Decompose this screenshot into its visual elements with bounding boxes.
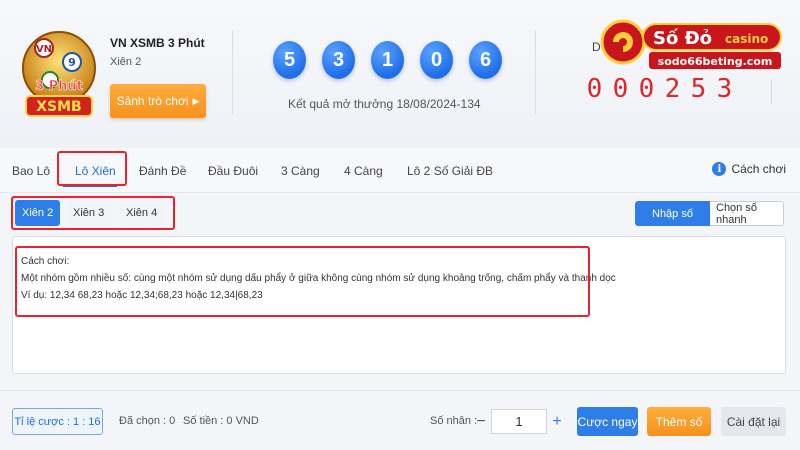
- countdown-timer: 0 0 0 2 5 3: [586, 74, 733, 104]
- minus-button[interactable]: −: [471, 413, 491, 431]
- plus-button[interactable]: +: [547, 413, 567, 431]
- enter-number-button[interactable]: Nhập số: [635, 201, 710, 226]
- tab-lo-2-so-giai-db[interactable]: Lô 2 Số Giải ĐB: [407, 164, 493, 178]
- multiplier-stepper: − +: [471, 408, 569, 435]
- subtab-xien-2[interactable]: Xiên 2: [15, 200, 61, 226]
- info-icon: i: [712, 162, 727, 176]
- tab-4-cang[interactable]: 4 Càng: [344, 164, 383, 178]
- divider: [232, 30, 233, 114]
- brand-logo-icon: Số Đỏ casino sodo66beting.com: [600, 19, 782, 69]
- multiplier-input[interactable]: [491, 409, 547, 434]
- countdown-digit: 0: [638, 74, 655, 104]
- guide-example: Ví dụ: 12,34 68,23 hoặc 12,34;68,23 hoặc…: [21, 290, 263, 301]
- bet-type-tabbar: Bao Lô Lô Xiên Đánh Đề Đầu Đuôi 3 Càng 4…: [0, 148, 800, 193]
- countdown-digit: 0: [612, 74, 629, 104]
- svg-text:Số Đỏ: Số Đỏ: [653, 28, 712, 49]
- active-tab-indicator: [63, 185, 117, 187]
- lobby-button-label: Sảnh trò chơi: [116, 94, 189, 108]
- result-ball: 0: [420, 41, 453, 79]
- quick-pick-button[interactable]: Chọn số nhanh: [710, 201, 784, 226]
- result-ball: 5: [273, 41, 306, 79]
- divider: [771, 80, 772, 104]
- tab-danh-de[interactable]: Đánh Đề: [139, 164, 186, 178]
- howto-button[interactable]: i Cách chơi: [712, 162, 786, 176]
- input-mode-toggle: Nhập số Chọn số nhanh: [635, 201, 784, 226]
- bet-now-button[interactable]: Cược ngay: [577, 407, 638, 436]
- result-ball: 6: [469, 41, 502, 79]
- selected-count: Đã chọn : 0: [119, 415, 176, 427]
- odds-badge: Tỉ lệ cược : 1 : 16: [12, 408, 103, 435]
- svg-text:9: 9: [68, 56, 76, 69]
- tab-dau-duoi[interactable]: Đầu Đuôi: [208, 164, 258, 178]
- game-header: VN 9 3 Phút XSMB VN XSMB 3 Phút Xiên 2 S…: [0, 0, 800, 148]
- tab-bao-lo[interactable]: Bao Lô: [12, 164, 50, 178]
- reset-button[interactable]: Cài đặt lại: [721, 407, 786, 436]
- draw-result-label: Kết quả mở thưởng 18/08/2024-134: [288, 97, 481, 111]
- tab-3-cang[interactable]: 3 Càng: [281, 164, 320, 178]
- svg-text:VN: VN: [36, 44, 52, 55]
- game-name: VN XSMB 3 Phút: [110, 36, 205, 50]
- countdown-digit: 3: [716, 74, 733, 104]
- play-arrow-icon: ▶: [192, 95, 200, 106]
- result-ball: 3: [322, 41, 355, 79]
- countdown-digit: 2: [664, 74, 681, 104]
- svg-text:sodo66beting.com: sodo66beting.com: [658, 55, 773, 68]
- add-number-button[interactable]: Thêm số: [647, 407, 711, 436]
- result-balls: 5 3 1 0 6: [273, 41, 502, 79]
- game-logo-icon: VN 9 3 Phút XSMB: [22, 31, 96, 117]
- howto-guide: Cách chơi: Một nhóm gồm nhiều số: cùng m…: [21, 253, 616, 304]
- bet-amount: Số tiền : 0 VND: [183, 415, 259, 427]
- game-subtitle: Xiên 2: [110, 56, 142, 68]
- guide-title: Cách chơi:: [21, 256, 70, 267]
- divider: [535, 30, 536, 114]
- countdown-digit: 5: [690, 74, 707, 104]
- svg-text:3 Phút: 3 Phút: [35, 79, 83, 94]
- subtab-xien-3[interactable]: Xiên 3: [66, 200, 112, 226]
- countdown-digit: 0: [586, 74, 603, 104]
- tab-lo-xien[interactable]: Lô Xiên: [75, 164, 116, 178]
- svg-text:XSMB: XSMB: [36, 99, 81, 115]
- lobby-button[interactable]: Sảnh trò chơi ▶: [110, 84, 206, 118]
- guide-line: Một nhóm gồm nhiều số: cùng một nhóm sử …: [21, 273, 616, 284]
- subtab-xien-4[interactable]: Xiên 4: [119, 200, 165, 226]
- result-ball: 1: [371, 41, 404, 79]
- svg-text:casino: casino: [725, 32, 768, 46]
- howto-label: Cách chơi: [731, 162, 786, 176]
